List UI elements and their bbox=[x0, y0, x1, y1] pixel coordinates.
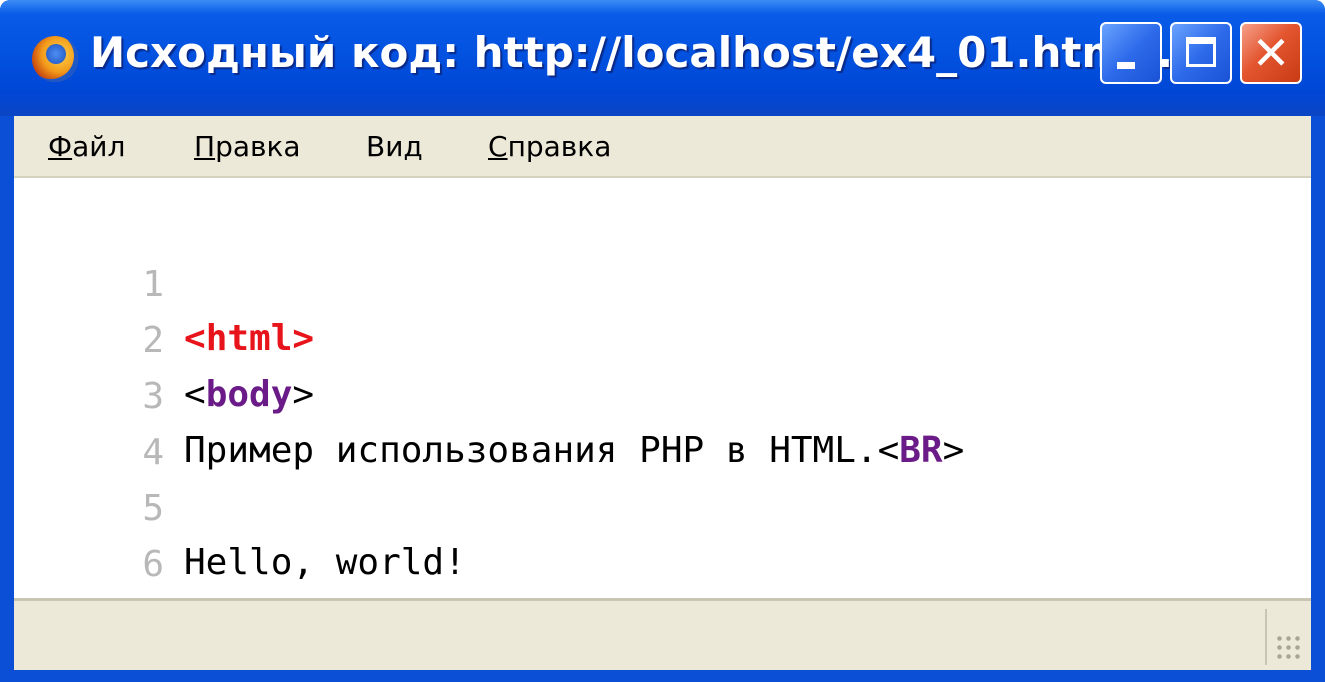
menu-file[interactable]: Файл bbox=[48, 130, 125, 163]
text-node: Пример использования PHP в HTML. bbox=[184, 430, 878, 471]
line-code: Hello, world! bbox=[184, 536, 466, 590]
status-bar bbox=[14, 598, 1311, 670]
tag-close-bracket: > bbox=[292, 374, 315, 415]
text-node: Hello, world! bbox=[184, 542, 466, 583]
minimize-button[interactable] bbox=[1100, 22, 1162, 84]
line-code: Пример использования PHP в HTML.<BR> bbox=[184, 424, 964, 478]
source-view[interactable]: 1 <html> 2 <body> 3 Пример использования… bbox=[14, 178, 1311, 639]
menu-help-label: правка bbox=[507, 130, 612, 163]
tag-name: body bbox=[205, 374, 293, 415]
tag-open-bracket: < bbox=[184, 374, 206, 415]
close-button[interactable]: ✕ bbox=[1240, 22, 1302, 84]
window-title: Исходный код: http://localhost/ex4_01.ht… bbox=[90, 28, 1174, 77]
source-line: 6 </body> bbox=[14, 484, 335, 639]
tag-open-bracket: < bbox=[184, 318, 206, 359]
resize-grip-icon[interactable] bbox=[1275, 634, 1303, 662]
maximize-button[interactable] bbox=[1170, 22, 1232, 84]
menu-edit-accel: П bbox=[194, 130, 216, 163]
tag-close-bracket: > bbox=[292, 318, 315, 359]
line-number: 6 bbox=[142, 544, 164, 585]
menu-edit-label: равка bbox=[215, 130, 301, 163]
status-divider bbox=[1265, 609, 1267, 665]
minimize-icon bbox=[1117, 62, 1135, 69]
line-code: <html> bbox=[184, 312, 314, 366]
view-source-window: Исходный код: http://localhost/ex4_01.ht… bbox=[0, 0, 1325, 682]
menu-view[interactable]: Вид bbox=[366, 130, 423, 163]
menu-help[interactable]: Справка bbox=[488, 130, 611, 163]
menu-edit[interactable]: Правка bbox=[194, 130, 301, 163]
tag-name: html bbox=[205, 318, 293, 359]
tag-close-bracket: > bbox=[942, 430, 965, 471]
close-icon: ✕ bbox=[1251, 26, 1291, 80]
source-line: 2 <body> bbox=[14, 260, 314, 415]
title-bar[interactable]: Исходный код: http://localhost/ex4_01.ht… bbox=[0, 0, 1325, 116]
source-line: 4 bbox=[14, 372, 164, 473]
maximize-icon bbox=[1186, 37, 1216, 67]
source-line: 5 Hello, world! bbox=[14, 428, 465, 583]
source-line: 3 Пример использования PHP в HTML.<BR> bbox=[14, 316, 964, 471]
tag-name: BR bbox=[899, 430, 943, 471]
menu-bar: Файл Правка Вид Справка bbox=[14, 116, 1311, 178]
tag-open-bracket: < bbox=[877, 430, 900, 471]
menu-file-label: айл bbox=[72, 130, 126, 163]
firefox-icon[interactable] bbox=[32, 36, 78, 82]
line-code: <body> bbox=[184, 368, 314, 422]
menu-file-accel: Ф bbox=[48, 130, 73, 163]
source-line: 1 <html> bbox=[14, 204, 314, 359]
menu-help-accel: С bbox=[488, 130, 508, 163]
